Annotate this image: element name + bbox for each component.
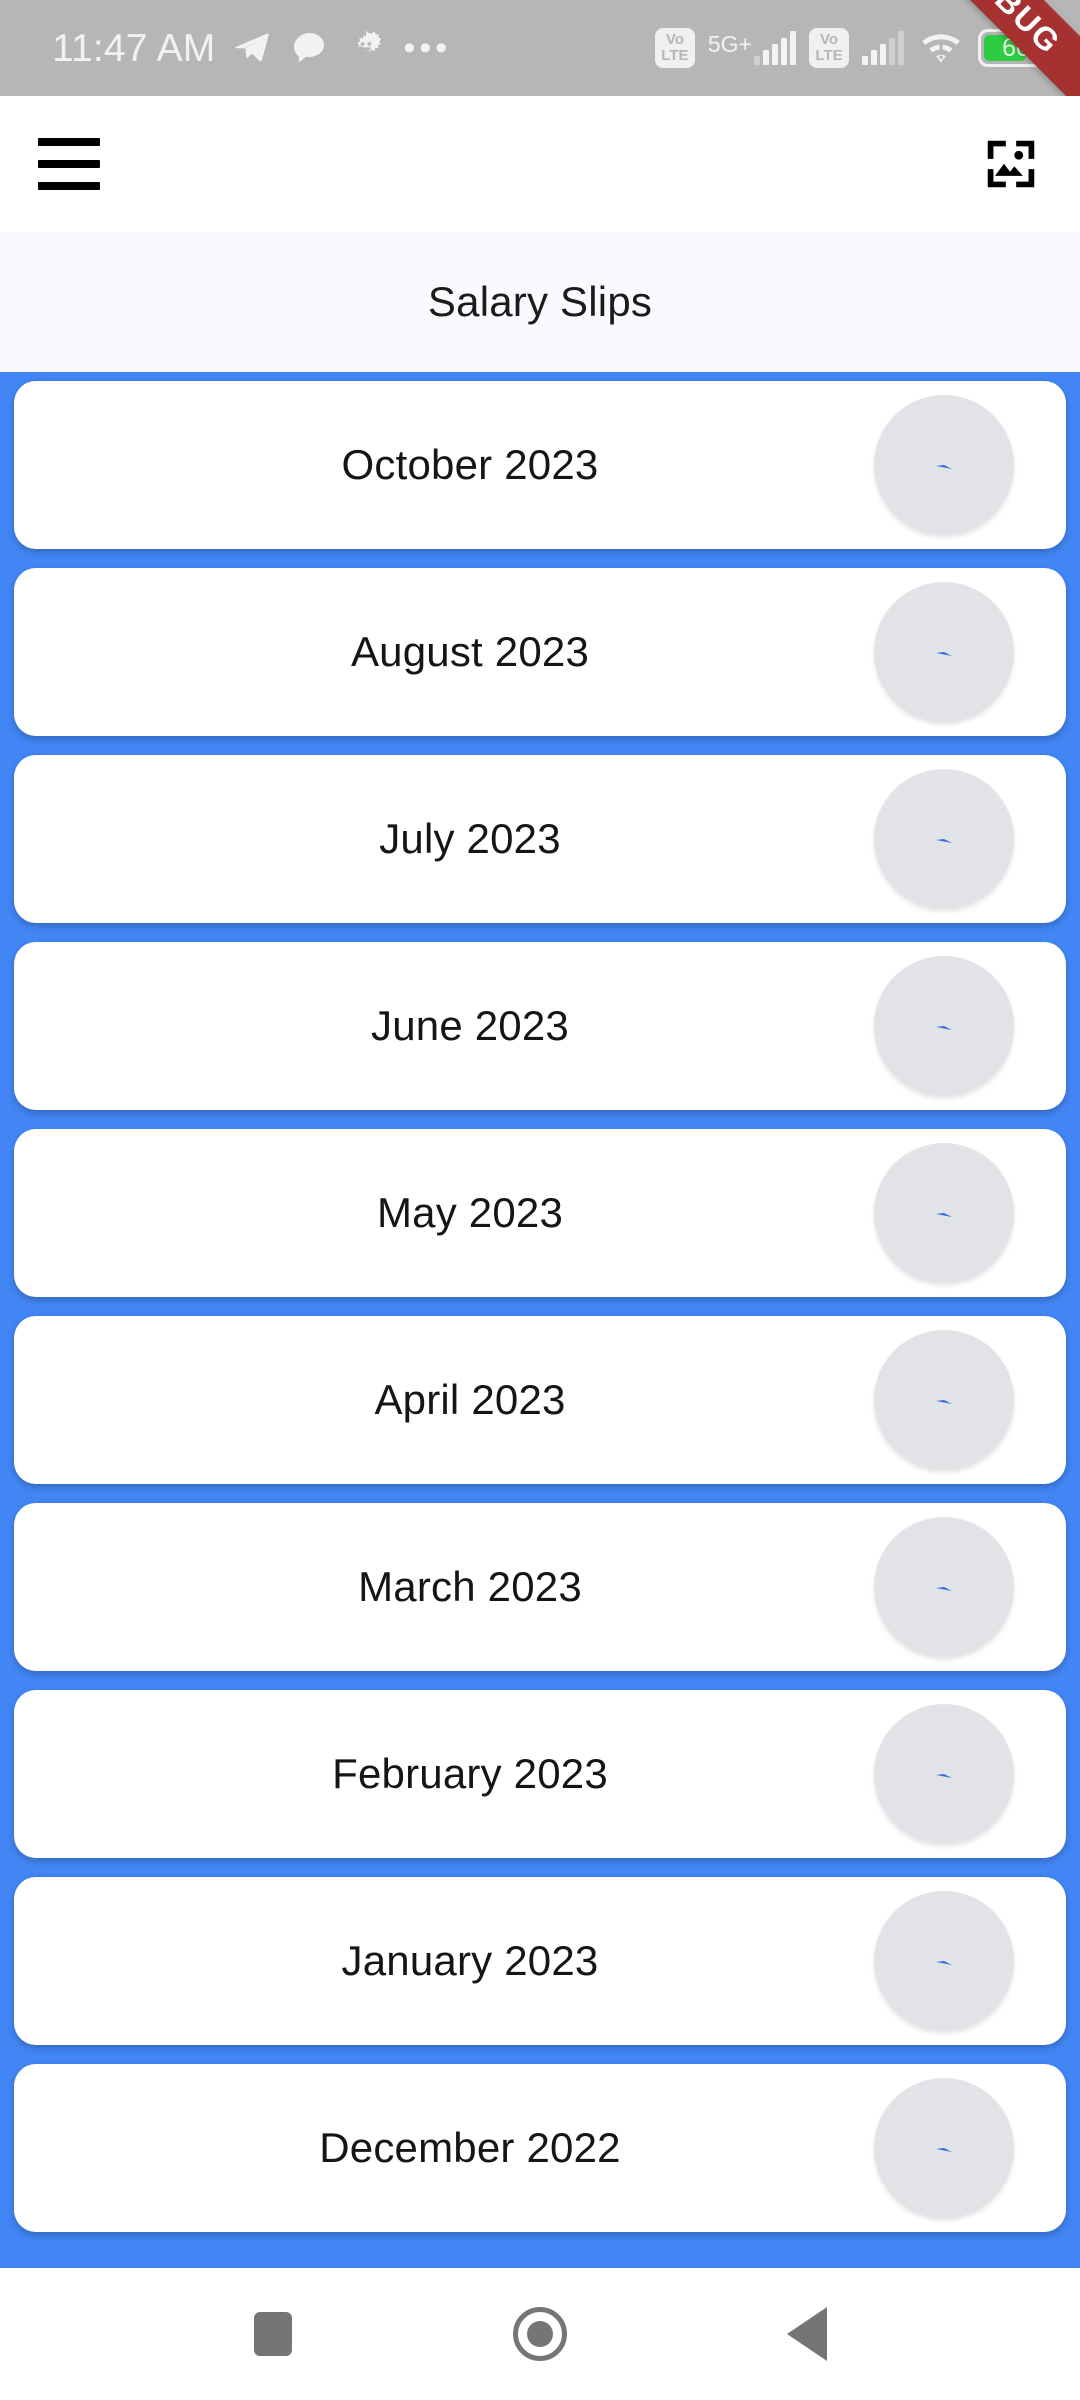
salary-slip-card[interactable]: March 2023: [14, 1503, 1066, 1671]
status-bar-left: 11:47 AM •••: [52, 28, 451, 68]
download-progress-spinner[interactable]: [874, 2078, 1014, 2218]
progress-arc-icon: [932, 1961, 952, 1965]
salary-slip-card[interactable]: December 2022: [14, 2064, 1066, 2232]
salary-slip-action-slot[interactable]: [866, 395, 1066, 535]
salary-slip-action-slot[interactable]: [866, 769, 1066, 909]
status-bar: 11:47 AM ••• Vo LTE 5G+ Vo LTE 60 DEBUG: [0, 0, 1080, 96]
salary-slip-month-label: June 2023: [371, 1002, 569, 1049]
salary-slip-action-slot[interactable]: [866, 1330, 1066, 1470]
progress-arc-icon: [932, 1213, 952, 1217]
volte-line1: Vo: [665, 31, 684, 48]
salary-slip-card[interactable]: May 2023: [14, 1129, 1066, 1297]
status-bar-clock: 11:47 AM: [52, 26, 216, 70]
phone-screen: 11:47 AM ••• Vo LTE 5G+ Vo LTE 60 DEBUG …: [0, 0, 1080, 2400]
image-frame-icon[interactable]: [980, 133, 1042, 195]
salary-slip-card[interactable]: October 2023: [14, 381, 1066, 549]
salary-slip-month-label: July 2023: [379, 815, 561, 862]
salary-slip-month-label: December 2022: [319, 2124, 621, 2171]
overflow-dots-icon: •••: [403, 29, 452, 67]
salary-slip-month-label: October 2023: [341, 441, 599, 488]
home-circle-icon: [512, 2307, 567, 2361]
progress-arc-icon: [932, 1400, 952, 1404]
salary-slips-list[interactable]: October 2023 August 2023 July 2023 June 202…: [0, 372, 1080, 2268]
salary-slip-month-label: April 2023: [374, 1376, 566, 1423]
salary-slip-card[interactable]: April 2023: [14, 1316, 1066, 1484]
network-type-label: 5G+: [707, 31, 752, 57]
download-progress-spinner[interactable]: [874, 769, 1014, 909]
salary-slip-card[interactable]: August 2023: [14, 568, 1066, 736]
salary-slip-card[interactable]: February 2023: [14, 1690, 1066, 1858]
download-progress-spinner[interactable]: [874, 1330, 1014, 1470]
salary-slip-action-slot[interactable]: [866, 2078, 1066, 2218]
nav-home-button[interactable]: [492, 2286, 588, 2382]
network-group-sim1: 5G+: [708, 31, 796, 65]
progress-arc-icon: [932, 839, 952, 843]
salary-slip-action-slot[interactable]: [866, 582, 1066, 722]
download-progress-spinner[interactable]: [874, 582, 1014, 722]
wifi-warning-icon: [922, 34, 960, 63]
progress-arc-icon: [932, 2148, 952, 2152]
progress-arc-icon: [932, 1774, 952, 1778]
salary-slip-card[interactable]: July 2023: [14, 755, 1066, 923]
salary-slip-month-label: January 2023: [341, 1937, 599, 1984]
salary-slip-month-label: February 2023: [332, 1750, 608, 1797]
page-title-bar: Salary Slips: [0, 232, 1080, 372]
salary-slip-action-slot[interactable]: [866, 956, 1066, 1096]
salary-slip-month-label: August 2023: [350, 628, 590, 675]
salary-slip-card[interactable]: January 2023: [14, 1877, 1066, 2045]
salary-slip-card[interactable]: June 2023: [14, 942, 1066, 1110]
salary-slip-month-label: May 2023: [376, 1189, 564, 1236]
volte-line2: LTE: [661, 47, 689, 64]
page-title: Salary Slips: [427, 278, 653, 325]
telegram-icon: [235, 33, 270, 62]
volte-icon-sim1: Vo LTE: [654, 28, 695, 68]
salary-slip-action-slot[interactable]: [866, 1517, 1066, 1657]
progress-arc-icon: [932, 1026, 952, 1030]
nav-back-button[interactable]: [759, 2286, 855, 2382]
progress-arc-icon: [932, 1587, 952, 1591]
download-progress-spinner[interactable]: [874, 1704, 1014, 1844]
salary-slip-action-slot[interactable]: [866, 1143, 1066, 1283]
download-progress-spinner[interactable]: [874, 395, 1014, 535]
messages-icon: [294, 33, 325, 63]
hamburger-menu-icon[interactable]: [38, 138, 100, 190]
volte-line2: LTE: [815, 47, 843, 64]
progress-arc-icon: [932, 652, 952, 656]
status-bar-right: Vo LTE 5G+ Vo LTE 60: [654, 28, 1059, 68]
download-progress-spinner[interactable]: [874, 956, 1014, 1096]
signal-bars-sim2: [862, 31, 904, 65]
volte-icon-sim2: Vo LTE: [809, 28, 849, 68]
salary-slip-month-label: March 2023: [358, 1563, 582, 1610]
progress-arc-icon: [932, 465, 952, 469]
download-progress-spinner[interactable]: [874, 1143, 1014, 1283]
salary-slip-action-slot[interactable]: [866, 1704, 1066, 1844]
android-nav-bar: [0, 2268, 1080, 2400]
app-bar: [0, 96, 1080, 232]
android-debug-icon: [357, 30, 382, 52]
volte-line1: Vo: [819, 31, 839, 48]
signal-bars-sim1: [754, 31, 796, 65]
recents-square-icon: [254, 2312, 293, 2356]
salary-slip-action-slot[interactable]: [866, 1891, 1066, 2031]
download-progress-spinner[interactable]: [874, 1891, 1014, 2031]
nav-recents-button[interactable]: [225, 2286, 321, 2382]
back-triangle-icon: [786, 2307, 827, 2361]
download-progress-spinner[interactable]: [874, 1517, 1014, 1657]
